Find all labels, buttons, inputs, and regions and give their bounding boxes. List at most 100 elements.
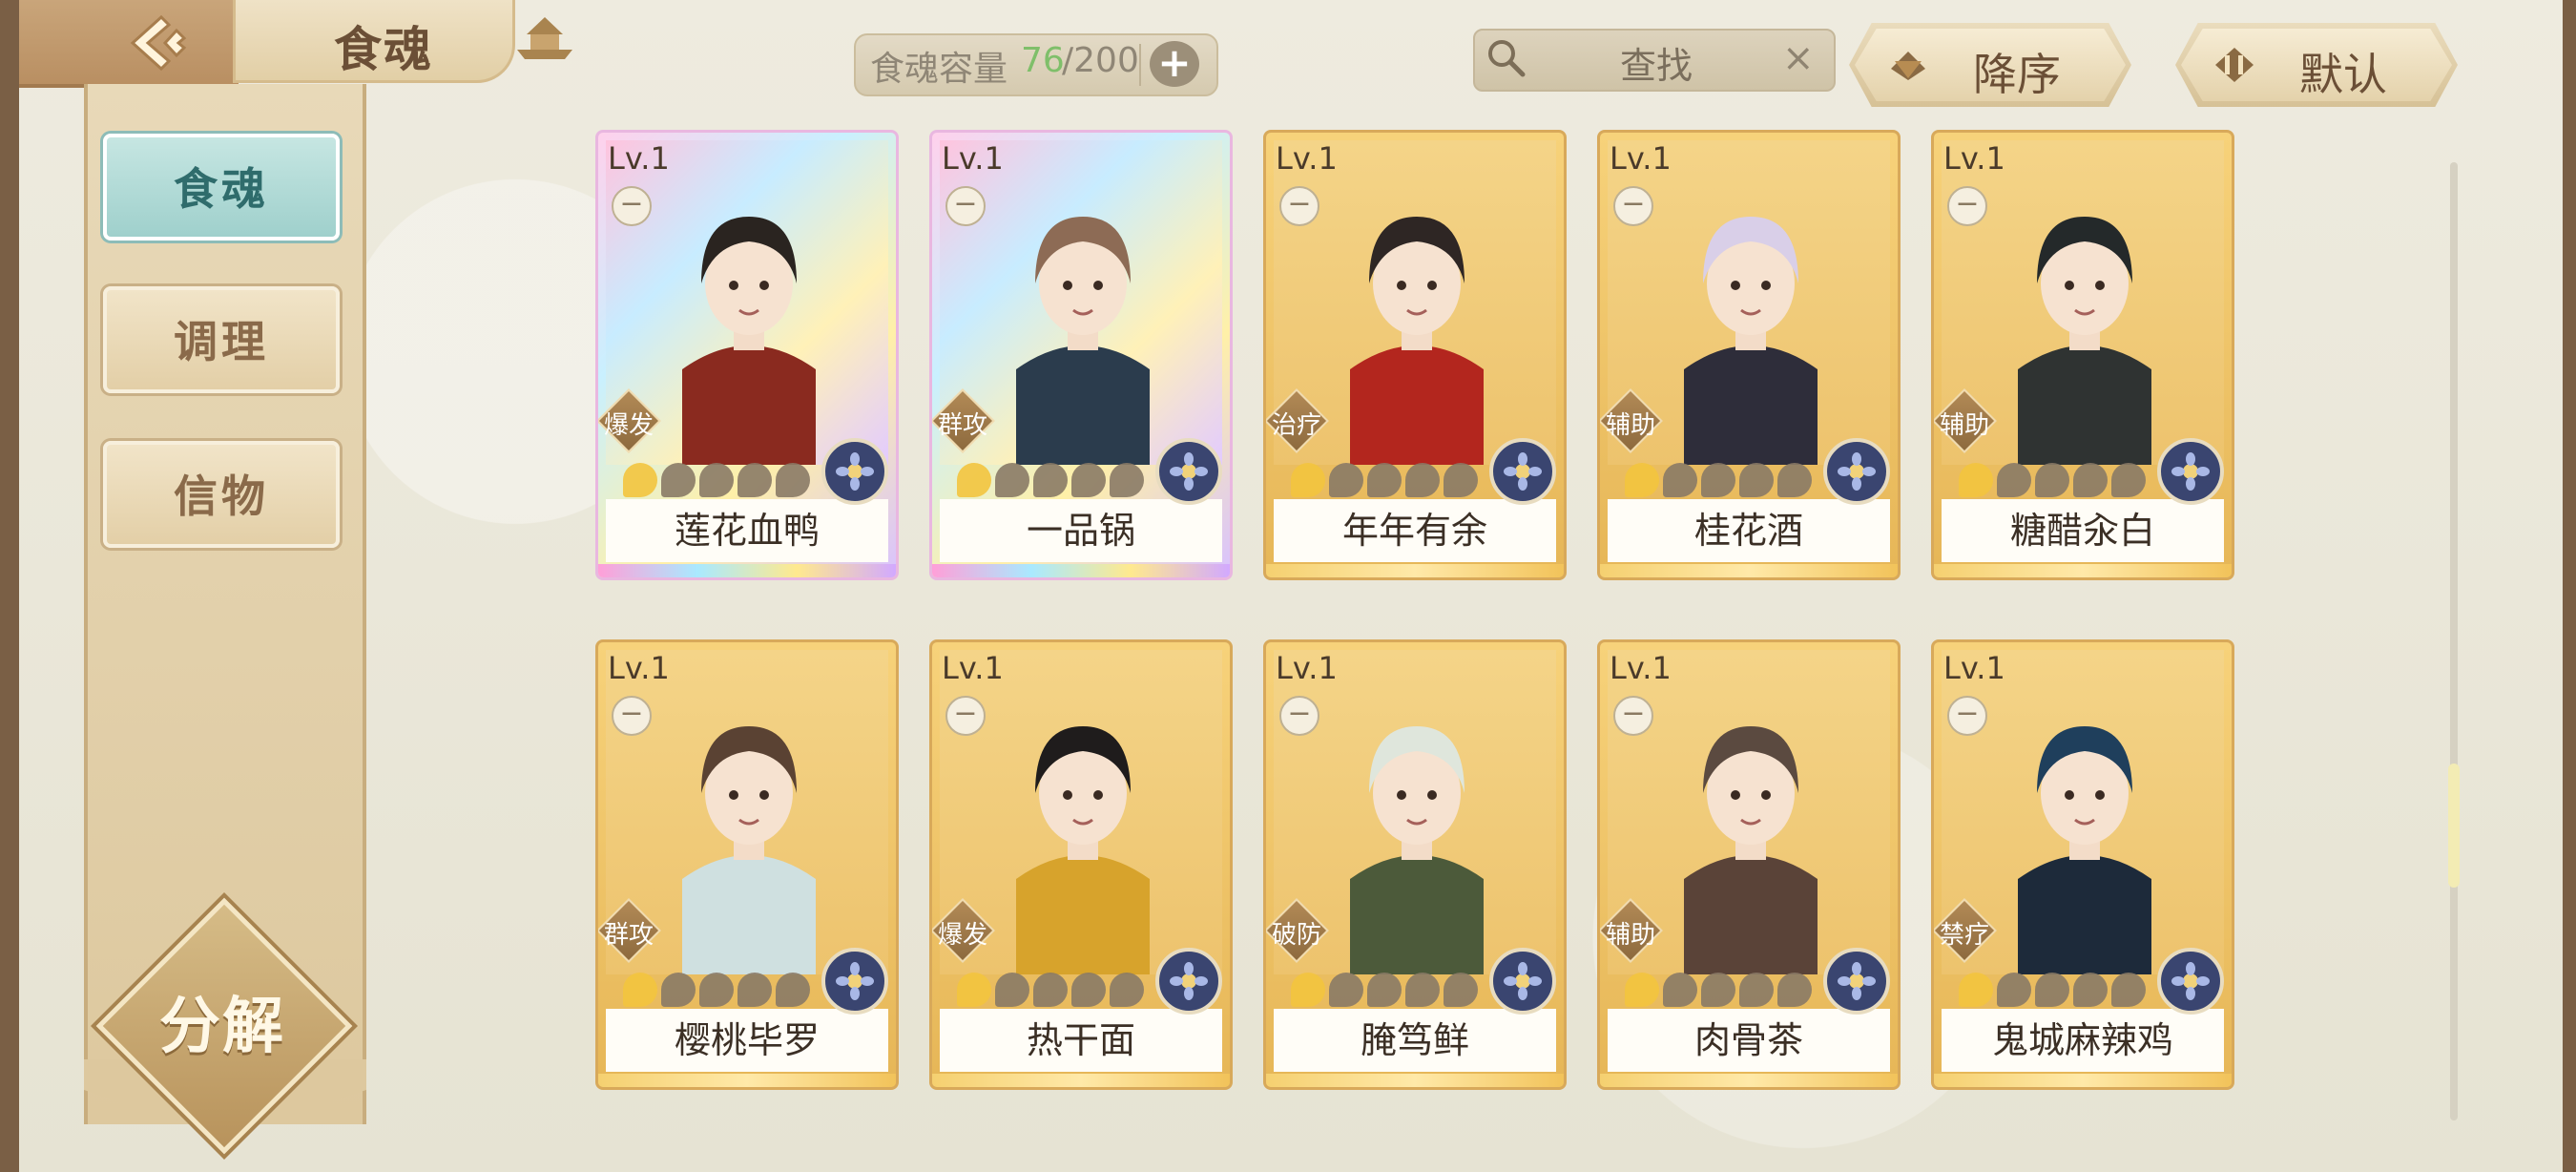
food-soul-card[interactable]: Lv.1 − 辅助	[1931, 130, 2234, 580]
food-soul-card[interactable]: Lv.1 − 群攻	[929, 130, 1233, 580]
level-label: Lv.1	[608, 140, 670, 177]
add-capacity-button[interactable]: +	[1150, 41, 1199, 87]
role-badge: 破防	[1266, 898, 1329, 963]
role-badge: 辅助	[1600, 898, 1663, 963]
food-soul-card[interactable]: Lv.1 − 爆发	[929, 639, 1233, 1090]
card-name: 糖醋汆白	[1942, 499, 2224, 562]
search-icon	[1488, 40, 1526, 77]
character-figure	[2018, 726, 2151, 974]
element-emblem-icon	[1823, 948, 1890, 1015]
card-rarity-strip	[932, 1074, 1230, 1087]
star-icon	[776, 463, 810, 497]
star-icon	[623, 463, 657, 497]
star-icon	[1329, 973, 1363, 1007]
star-icon	[699, 973, 734, 1007]
minus-badge-icon: −	[945, 186, 986, 226]
star-icon	[1701, 973, 1735, 1007]
search-placeholder: 查找	[1620, 45, 1693, 87]
star-rating	[623, 973, 814, 1011]
role-badge: 群攻	[598, 898, 661, 963]
role-label: 辅助	[1939, 411, 1989, 440]
star-icon	[957, 463, 991, 497]
sort-mode-label: 默认	[2299, 49, 2387, 100]
food-soul-card[interactable]: Lv.1 − 禁疗 鬼城麻辣鸡	[1931, 639, 2234, 1090]
star-icon	[1367, 973, 1402, 1007]
star-icon	[1444, 463, 1478, 497]
minus-badge-icon: −	[1613, 696, 1653, 736]
page-title: 食魂	[334, 22, 433, 77]
element-emblem-icon	[1823, 438, 1890, 505]
star-icon	[2073, 973, 2108, 1007]
tab-tokens[interactable]: 信物	[103, 441, 340, 548]
star-icon	[2035, 973, 2069, 1007]
role-label: 治疗	[1271, 411, 1321, 440]
card-name: 莲花血鸭	[606, 499, 888, 562]
capacity-current: 76	[1021, 41, 1065, 80]
star-icon	[957, 973, 991, 1007]
element-emblem-icon	[2157, 438, 2224, 505]
decompose-label: 分解	[159, 992, 285, 1062]
character-figure	[1016, 726, 1150, 974]
star-icon	[1033, 463, 1068, 497]
card-rarity-strip	[1934, 1074, 2232, 1087]
star-rating	[1959, 463, 2150, 501]
level-label: Lv.1	[1943, 650, 2005, 686]
character-figure	[2018, 217, 2151, 465]
star-icon	[1071, 973, 1106, 1007]
sort-order-button[interactable]: 降序	[1849, 23, 2131, 107]
food-soul-card[interactable]: Lv.1 − 治疗 年年有余	[1263, 130, 1567, 580]
star-icon	[1405, 463, 1440, 497]
role-badge: 辅助	[1934, 388, 1997, 453]
star-icon	[1110, 973, 1144, 1007]
star-icon	[1997, 463, 2031, 497]
level-label: Lv.1	[1610, 140, 1672, 177]
food-soul-card[interactable]: Lv.1 − 破防 腌笃鲜	[1263, 639, 1567, 1090]
star-icon	[776, 973, 810, 1007]
star-icon	[1033, 973, 1068, 1007]
star-icon	[737, 463, 772, 497]
star-icon	[995, 463, 1029, 497]
scrollbar-track[interactable]	[2450, 162, 2458, 1120]
star-icon	[699, 463, 734, 497]
back-button[interactable]	[129, 13, 196, 73]
card-name: 年年有余	[1274, 499, 1556, 562]
star-icon	[661, 973, 696, 1007]
minus-badge-icon: −	[612, 186, 652, 226]
clear-search-button[interactable]: ×	[1782, 36, 1815, 80]
role-badge: 爆发	[598, 388, 661, 453]
tab-food-souls[interactable]: 食魂	[103, 134, 340, 241]
element-emblem-icon	[2157, 948, 2224, 1015]
star-rating	[1959, 973, 2150, 1011]
star-icon	[737, 973, 772, 1007]
collection-button[interactable]	[504, 11, 586, 69]
character-figure	[1350, 726, 1484, 974]
level-label: Lv.1	[942, 140, 1004, 177]
character-figure	[682, 726, 816, 974]
card-rarity-strip	[1600, 564, 1898, 577]
food-soul-card[interactable]: Lv.1 − 爆发	[595, 130, 899, 580]
character-figure	[682, 217, 816, 465]
star-rating	[957, 973, 1148, 1011]
card-rarity-strip	[932, 564, 1230, 577]
capacity-label: 食魂容量	[870, 50, 1008, 89]
role-badge: 治疗	[1266, 388, 1329, 453]
role-badge: 群攻	[932, 388, 995, 453]
star-icon	[1405, 973, 1440, 1007]
character-figure	[1684, 726, 1818, 974]
role-label: 禁疗	[1939, 921, 1989, 950]
scrollbar-thumb[interactable]	[2448, 764, 2460, 888]
level-label: Lv.1	[608, 650, 670, 686]
card-rarity-strip	[598, 1074, 896, 1087]
star-rating	[1291, 463, 1482, 501]
star-icon	[1997, 973, 2031, 1007]
card-name: 樱桃毕罗	[606, 1009, 888, 1072]
star-rating	[1291, 973, 1482, 1011]
tab-conditioning[interactable]: 调理	[103, 286, 340, 393]
card-rarity-strip	[1600, 1074, 1898, 1087]
food-soul-card[interactable]: Lv.1 − 辅助	[1597, 639, 1901, 1090]
sort-mode-button[interactable]: 默认	[2175, 23, 2458, 107]
food-soul-card[interactable]: Lv.1 − 群攻	[595, 639, 899, 1090]
food-soul-card[interactable]: Lv.1 − 辅助	[1597, 130, 1901, 580]
star-icon	[1739, 463, 1774, 497]
star-icon	[1329, 463, 1363, 497]
